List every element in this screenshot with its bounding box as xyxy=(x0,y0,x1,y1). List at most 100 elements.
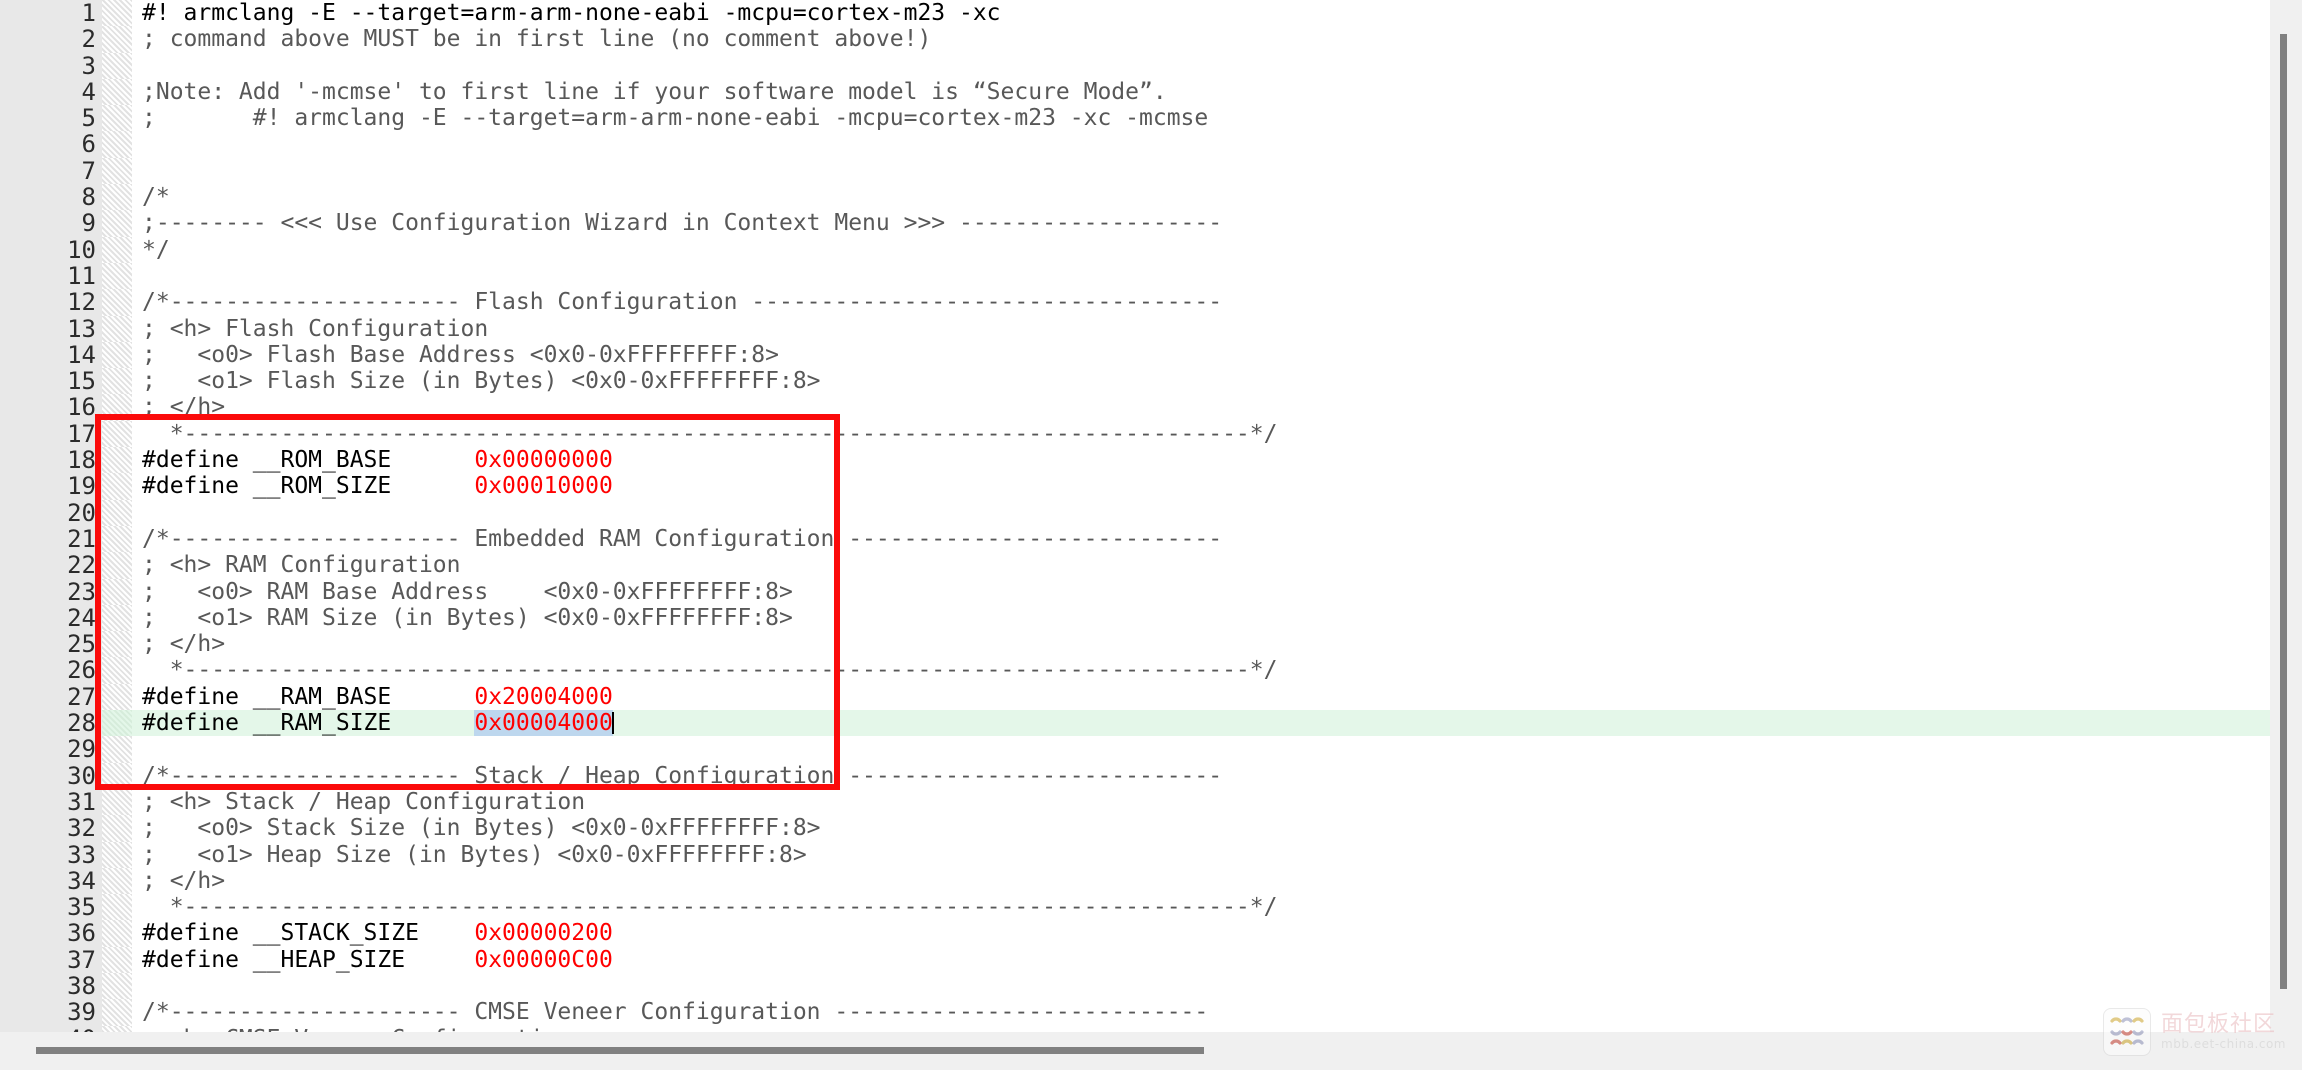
code-line-text[interactable]: ; <o0> Stack Size (in Bytes) <0x0-0xFFFF… xyxy=(132,815,2270,841)
bookmark-strip[interactable] xyxy=(102,289,132,316)
code-line-row[interactable]: 16 ; </h> xyxy=(0,394,2270,421)
code-line-text[interactable]: /*--------------------- CMSE Veneer Conf… xyxy=(132,999,2270,1025)
bookmark-strip[interactable] xyxy=(102,788,132,816)
code-line-row[interactable]: 33 ; <o1> Heap Size (in Bytes) <0x0-0xFFF… xyxy=(0,841,2270,868)
code-line-row[interactable]: 11 xyxy=(0,263,2270,289)
bookmark-strip[interactable] xyxy=(102,631,132,658)
code-line-text[interactable]: *---------------------------------------… xyxy=(132,421,2270,447)
code-line-text[interactable] xyxy=(132,736,2270,762)
code-line-text[interactable]: *---------------------------------------… xyxy=(132,894,2270,920)
code-line-text[interactable]: /* xyxy=(132,184,2270,210)
bookmark-strip[interactable] xyxy=(102,210,132,237)
code-line-row[interactable]: 22 ; <h> RAM Configuration xyxy=(0,552,2270,579)
code-line-row[interactable]: 5 ; #! armclang -E --target=arm-arm-none-… xyxy=(0,105,2270,131)
code-line-text[interactable]: /*--------------------- Flash Configurat… xyxy=(132,289,2270,315)
code-line-row[interactable]: 17 *------------------------------------… xyxy=(0,420,2270,448)
bookmark-strip[interactable] xyxy=(102,236,132,263)
bookmark-strip[interactable] xyxy=(102,368,132,395)
code-line-row[interactable]: 13 ; <h> Flash Configuration xyxy=(0,315,2270,342)
code-editor-text-area[interactable]: 1 #! armclang -E --target=arm-arm-none-ea… xyxy=(0,0,2270,1032)
bookmark-strip[interactable] xyxy=(102,315,132,342)
bookmark-strip[interactable] xyxy=(102,736,132,763)
code-line-row[interactable]: 12 /*--------------------- Flash Configur… xyxy=(0,289,2270,316)
bookmark-strip[interactable] xyxy=(102,420,132,448)
code-line-text[interactable]: #! armclang -E --target=arm-arm-none-eab… xyxy=(132,0,2270,26)
bookmark-strip[interactable] xyxy=(102,0,132,27)
code-line-row[interactable]: 35 *------------------------------------… xyxy=(0,894,2270,920)
code-line-text[interactable]: ; </h> xyxy=(132,631,2270,657)
code-line-row[interactable]: 24 ; <o1> RAM Size (in Bytes) <0x0-0xFFFF… xyxy=(0,605,2270,631)
code-line-text[interactable] xyxy=(132,131,2270,157)
code-line-text[interactable]: ; </h> xyxy=(132,394,2270,420)
horizontal-scrollbar-thumb[interactable] xyxy=(36,1047,1204,1054)
bookmark-strip[interactable] xyxy=(102,762,132,789)
code-line-text[interactable]: ; <o0> RAM Base Address <0x0-0xFFFFFFFF:… xyxy=(132,579,2270,605)
vertical-scrollbar-thumb[interactable] xyxy=(2280,34,2287,989)
bookmark-strip[interactable] xyxy=(102,946,132,973)
code-line-text[interactable]: ; #! armclang -E --target=arm-arm-none-e… xyxy=(132,105,2270,131)
code-line-row[interactable]: 1 #! armclang -E --target=arm-arm-none-ea… xyxy=(0,0,2270,26)
code-line-text[interactable]: */ xyxy=(132,237,2270,263)
horizontal-scrollbar[interactable] xyxy=(0,1032,2302,1070)
bookmark-strip[interactable] xyxy=(102,604,132,632)
code-line-text[interactable]: ; <h> RAM Configuration xyxy=(132,552,2270,578)
code-line-text[interactable]: #define __RAM_BASE 0x20004000 xyxy=(132,684,2270,710)
code-line-text[interactable]: ;-------- <<< Use Configuration Wizard i… xyxy=(132,210,2270,236)
code-line-text[interactable]: #define __STACK_SIZE 0x00000200 xyxy=(132,920,2270,946)
code-line-text[interactable]: /*--------------------- Embedded RAM Con… xyxy=(132,526,2270,552)
code-line-text[interactable] xyxy=(132,500,2270,526)
code-line-row[interactable]: 27 #define __RAM_BASE 0x20004000 xyxy=(0,683,2270,711)
code-line-text[interactable]: ; <o1> RAM Size (in Bytes) <0x0-0xFFFFFF… xyxy=(132,605,2270,631)
bookmark-strip[interactable] xyxy=(102,105,132,132)
bookmark-strip[interactable] xyxy=(102,473,132,500)
code-line-row[interactable]: 19 #define __ROM_SIZE 0x00010000 xyxy=(0,473,2270,500)
bookmark-strip[interactable] xyxy=(102,157,132,185)
code-line-row[interactable]: 9 ;-------- <<< Use Configuration Wizard … xyxy=(0,210,2270,237)
code-line-text[interactable] xyxy=(132,973,2270,999)
code-line-text[interactable] xyxy=(132,263,2270,289)
code-line-row[interactable]: 15 ; <o1> Flash Size (in Bytes) <0x0-0xFF… xyxy=(0,368,2270,394)
code-line-row[interactable]: 34 ; </h> xyxy=(0,867,2270,894)
code-line-text[interactable]: ; <o1> Heap Size (in Bytes) <0x0-0xFFFFF… xyxy=(132,842,2270,868)
bookmark-strip[interactable] xyxy=(102,972,132,1000)
bookmark-strip[interactable] xyxy=(102,525,132,553)
bookmark-strip[interactable] xyxy=(102,815,132,842)
code-line-row[interactable]: 8 /* xyxy=(0,184,2270,210)
code-line-row[interactable]: 39 /*--------------------- CMSE Veneer Co… xyxy=(0,999,2270,1026)
bookmark-strip[interactable] xyxy=(102,499,132,526)
code-line-row[interactable]: 26 *------------------------------------… xyxy=(0,657,2270,684)
code-line-text[interactable]: #define __ROM_SIZE 0x00010000 xyxy=(132,473,2270,499)
code-line-text[interactable]: *---------------------------------------… xyxy=(132,657,2270,683)
code-line-row[interactable]: 18 #define __ROM_BASE 0x00000000 xyxy=(0,447,2270,473)
code-line-row[interactable]: 2 ; command above MUST be in first line (… xyxy=(0,26,2270,53)
code-line-text[interactable]: ; <h> Flash Configuration xyxy=(132,316,2270,342)
code-line-row[interactable]: 6 xyxy=(0,131,2270,158)
code-line-row[interactable]: 21 /*--------------------- Embedded RAM C… xyxy=(0,526,2270,552)
bookmark-strip[interactable] xyxy=(102,578,132,605)
bookmark-strip[interactable] xyxy=(102,683,132,711)
code-line-row[interactable]: 28 #define __RAM_SIZE 0x00004000 xyxy=(0,710,2270,736)
code-line-text[interactable]: #define __HEAP_SIZE 0x00000C00 xyxy=(132,947,2270,973)
code-line-text[interactable]: ; command above MUST be in first line (n… xyxy=(132,26,2270,52)
code-line-row[interactable]: 4 ;Note: Add '-mcmse' to first line if yo… xyxy=(0,79,2270,105)
code-line-text[interactable] xyxy=(132,53,2270,79)
code-line-text[interactable]: #define __RAM_SIZE 0x00004000 xyxy=(132,710,2270,737)
code-line-row[interactable]: 3 xyxy=(0,52,2270,79)
bookmark-strip[interactable] xyxy=(102,999,132,1026)
bookmark-strip[interactable] xyxy=(102,894,132,921)
code-line-row[interactable]: 23 ; <o0> RAM Base Address <0x0-0xFFFFFFF… xyxy=(0,578,2270,605)
code-line-row[interactable]: 14 ; <o0> Flash Base Address <0x0-0xFFFFF… xyxy=(0,342,2270,368)
code-line-row[interactable]: 10 */ xyxy=(0,236,2270,263)
code-line-text[interactable]: ; </h> xyxy=(132,868,2270,894)
bookmark-strip[interactable] xyxy=(102,447,132,474)
code-line-row[interactable]: 36 #define __STACK_SIZE 0x00000200 xyxy=(0,920,2270,947)
bookmark-strip[interactable] xyxy=(102,841,132,868)
bookmark-strip[interactable] xyxy=(102,657,132,684)
bookmark-strip[interactable] xyxy=(102,920,132,947)
code-line-row[interactable]: 31 ; <h> Stack / Heap Configuration xyxy=(0,789,2270,815)
bookmark-strip[interactable] xyxy=(102,552,132,579)
code-line-row[interactable]: 37 #define __HEAP_SIZE 0x00000C00 xyxy=(0,946,2270,973)
code-line-row[interactable]: 32 ; <o0> Stack Size (in Bytes) <0x0-0xFF… xyxy=(0,815,2270,842)
bookmark-strip[interactable] xyxy=(102,710,132,737)
code-line-text[interactable] xyxy=(132,158,2270,184)
